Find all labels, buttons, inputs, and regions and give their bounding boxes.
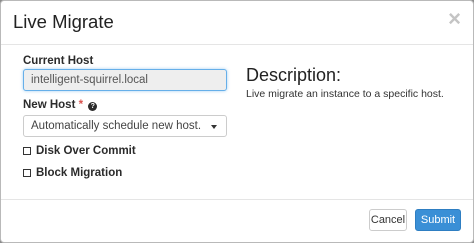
disk-over-commit-label[interactable]: Disk Over Commit [36,144,136,158]
disk-over-commit-checkbox[interactable] [23,147,31,155]
current-host-label: Current Host [23,55,94,67]
block-migration-label[interactable]: Block Migration [36,166,122,180]
block-migration-checkbox[interactable] [23,169,31,177]
submit-button[interactable]: Submit [415,209,461,231]
current-host-input[interactable] [23,69,227,91]
new-host-label-group: New Host * ? [23,98,98,112]
description-text: Live migrate an instance to a specific h… [246,88,444,100]
close-icon[interactable]: × [448,8,461,30]
required-marker: * [78,99,84,111]
new-host-selected-value: Automatically schedule new host. [31,120,202,132]
cancel-button[interactable]: Cancel [369,209,407,231]
description-heading: Description: [246,65,342,85]
dialog-title: Live Migrate [13,11,114,32]
dialog-header: Live Migrate × [1,1,473,45]
live-migrate-dialog: Live Migrate × Current Host New Host * ?… [0,0,474,243]
help-icon[interactable]: ? [88,102,98,111]
chevron-down-icon [211,125,217,129]
new-host-select[interactable]: Automatically schedule new host. [23,115,227,137]
new-host-label: New Host [23,99,76,111]
